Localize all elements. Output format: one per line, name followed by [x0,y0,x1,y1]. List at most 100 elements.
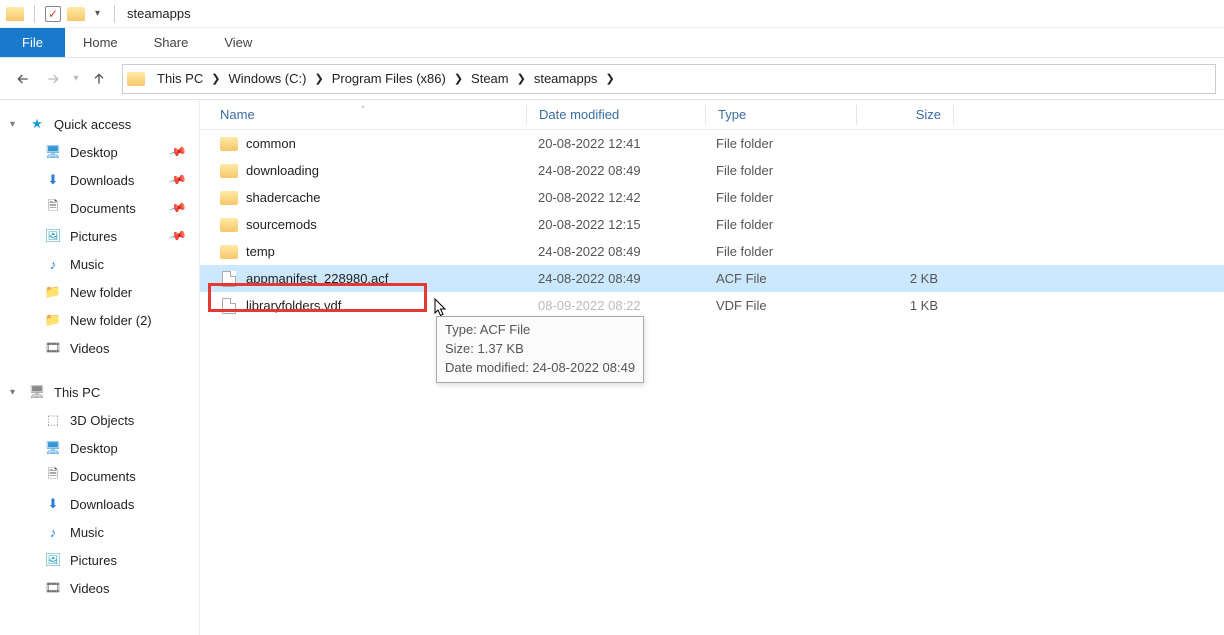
nav-item-downloads[interactable]: ⬇ Downloads [4,490,195,518]
file-type: File folder [704,190,854,205]
nav-item-desktop[interactable]: 🖥 Desktop [4,434,195,462]
tab-share[interactable]: Share [136,28,207,57]
download-icon: ⬇ [44,496,62,512]
window-title: steamapps [127,6,191,21]
chevron-right-icon[interactable]: ❯ [513,70,530,87]
pin-icon: 📌 [168,226,188,246]
crumb-steam[interactable]: Steam [467,69,513,88]
back-button[interactable] [8,64,38,94]
tooltip-type: Type: ACF File [445,321,635,340]
file-date: 24-08-2022 08:49 [526,271,704,286]
tab-file[interactable]: File [0,28,65,57]
folder-icon [220,245,238,259]
nav-item-videos[interactable]: 🎞 Videos [4,574,195,602]
pin-icon: 📌 [168,142,188,162]
file-listing: Nameˆ Date modified Type Size common 20-… [200,100,1224,635]
file-row[interactable]: libraryfolders.vdf 08-09-2022 08:22 VDF … [200,292,1224,319]
file-type: File folder [704,244,854,259]
column-size[interactable]: Size [857,107,953,122]
monitor-icon: 🖥 [44,440,62,456]
crumb-drive[interactable]: Windows (C:) [224,69,310,88]
up-button[interactable] [84,64,114,94]
nav-item-documents[interactable]: 🗎 Documents 📌 [4,194,195,222]
videos-icon: 🎞 [44,580,62,596]
nav-item-label: Music [70,257,104,272]
chevron-down-icon[interactable]: ▾ [10,387,15,398]
nav-item-downloads[interactable]: ⬇ Downloads 📌 [4,166,195,194]
column-type[interactable]: Type [706,107,856,122]
file-row[interactable]: shadercache 20-08-2022 12:42 File folder [200,184,1224,211]
nav-item-desktop[interactable]: 🖥 Desktop 📌 [4,138,195,166]
nav-item-new-folder[interactable]: 📁 New folder [4,278,195,306]
nav-item-3d-objects[interactable]: ⬚ 3D Objects [4,406,195,434]
divider [34,5,35,23]
file-date: 24-08-2022 08:49 [526,163,704,178]
file-date: 20-08-2022 12:42 [526,190,704,205]
nav-item-videos[interactable]: 🎞 Videos [4,334,195,362]
file-tooltip: Type: ACF File Size: 1.37 KB Date modifi… [436,316,644,383]
file-date: 20-08-2022 12:15 [526,217,704,232]
file-row[interactable]: temp 24-08-2022 08:49 File folder [200,238,1224,265]
folder-icon: 📁 [44,312,62,328]
document-icon: 🗎 [44,197,62,219]
forward-button[interactable] [38,64,68,94]
nav-item-label: Desktop [70,441,118,456]
title-bar: ✓ ▾ steamapps [0,0,1224,28]
nav-item-pictures[interactable]: 🖼 Pictures [4,546,195,574]
crumb-program-files[interactable]: Program Files (x86) [328,69,450,88]
nav-item-label: Videos [70,581,110,596]
nav-item-label: Music [70,525,104,540]
nav-quick-access[interactable]: ▾ ★ Quick access [4,110,195,138]
file-row[interactable]: sourcemods 20-08-2022 12:15 File folder [200,211,1224,238]
file-name: common [246,136,296,151]
nav-quick-access-label: Quick access [54,117,131,132]
chevron-right-icon[interactable]: ❯ [310,70,327,87]
nav-item-label: Pictures [70,229,117,244]
crumb-steamapps[interactable]: steamapps [530,69,602,88]
star-icon: ★ [28,116,46,132]
monitor-icon: 🖥 [44,144,62,160]
chevron-right-icon[interactable]: ❯ [207,70,224,87]
file-row[interactable]: appmanifest_228980.acf 24-08-2022 08:49 … [200,265,1224,292]
file-name: shadercache [246,190,320,205]
pictures-icon: 🖼 [44,552,62,568]
music-icon: ♪ [44,525,62,540]
nav-item-documents[interactable]: 🗎 Documents [4,462,195,490]
nav-item-label: Desktop [70,145,118,160]
address-bar[interactable]: This PC❯ Windows (C:)❯ Program Files (x8… [122,64,1216,94]
nav-item-label: Downloads [70,173,134,188]
file-type: File folder [704,217,854,232]
column-headers: Nameˆ Date modified Type Size [200,100,1224,130]
videos-icon: 🎞 [44,340,62,356]
nav-this-pc[interactable]: ▾ 🖥 This PC [4,378,195,406]
file-icon [222,298,236,314]
recent-locations-button[interactable]: ▾ [68,64,84,94]
chevron-down-icon[interactable]: ▾ [10,119,15,130]
chevron-right-icon[interactable]: ❯ [601,70,618,87]
crumb-this-pc[interactable]: This PC [153,69,207,88]
file-name: sourcemods [246,217,317,232]
folder-icon [220,137,238,151]
nav-item-pictures[interactable]: 🖼 Pictures 📌 [4,222,195,250]
nav-item-new-folder-2-[interactable]: 📁 New folder (2) [4,306,195,334]
navigation-pane[interactable]: ▾ ★ Quick access 🖥 Desktop 📌 ⬇ Downloads… [0,100,200,635]
column-name[interactable]: Nameˆ [200,107,526,122]
nav-item-music[interactable]: ♪ Music [4,250,195,278]
document-icon: 🗎 [44,465,62,487]
file-type: File folder [704,163,854,178]
qat-properties-button[interactable]: ✓ [45,6,61,22]
file-row[interactable]: common 20-08-2022 12:41 File folder [200,130,1224,157]
file-row[interactable]: downloading 24-08-2022 08:49 File folder [200,157,1224,184]
nav-item-music[interactable]: ♪ Music [4,518,195,546]
tab-view[interactable]: View [206,28,270,57]
file-type: VDF File [704,298,854,313]
folder-icon: 📁 [44,284,62,300]
tab-home[interactable]: Home [65,28,136,57]
folder-icon [127,72,145,86]
folder-icon [220,218,238,232]
qat-newfolder-icon[interactable] [67,7,85,21]
chevron-right-icon[interactable]: ❯ [450,70,467,87]
column-date[interactable]: Date modified [527,107,705,122]
folder-icon [220,191,238,205]
qat-customize-button[interactable]: ▾ [91,8,104,19]
